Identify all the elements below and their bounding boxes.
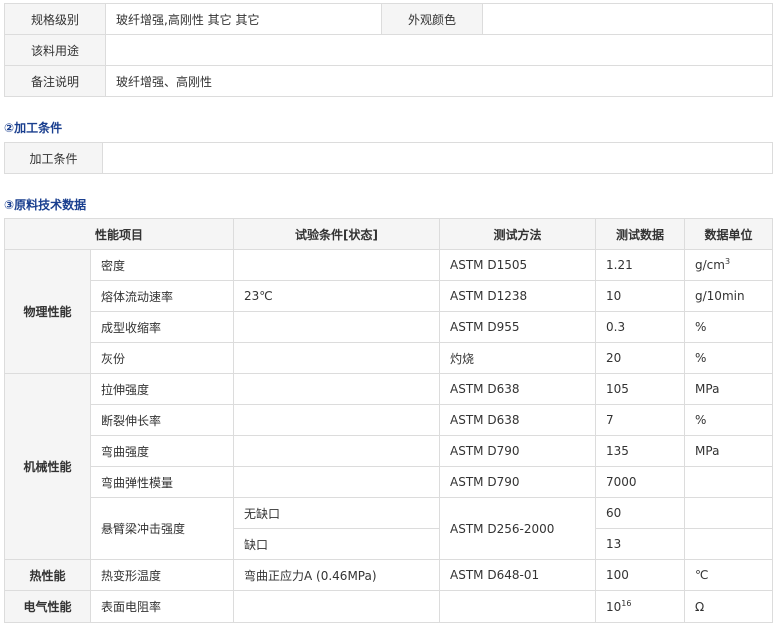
processing-label: 加工条件 <box>4 142 103 174</box>
property-cell: 悬臂梁冲击强度 <box>89 497 235 560</box>
color-label: 外观颜色 <box>381 3 483 35</box>
processing-heading: ②加工条件 <box>4 121 63 135</box>
spec-table: 规格级别 玻纤增强,高刚性 其它 其它 外观颜色 该料用途 备注说明 玻纤增强、… <box>4 3 773 97</box>
method-cell: ASTM D790 <box>439 466 597 498</box>
unit-cell: g/10min <box>684 280 773 312</box>
use-value <box>105 34 773 66</box>
condition-cell: 弯曲正应力A (0.46MPa) <box>233 559 441 591</box>
method-cell: ASTM D955 <box>439 311 597 343</box>
condition-cell <box>233 404 441 436</box>
header-unit: 数据单位 <box>684 218 773 250</box>
category-thermal: 热性能 <box>4 559 91 591</box>
tech-table: 性能项目 试验条件[状态] 测试方法 测试数据 数据单位 物理性能 密度 AST… <box>3 218 773 623</box>
header-method: 测试方法 <box>439 218 597 250</box>
property-cell: 表面电阻率 <box>89 590 235 623</box>
header-condition: 试验条件[状态] <box>233 218 441 250</box>
header-property: 性能项目 <box>3 218 235 250</box>
table-row: 热性能 热变形温度 弯曲正应力A (0.46MPa) ASTM D648-01 … <box>4 559 773 591</box>
property-cell: 熔体流动速率 <box>89 280 235 312</box>
condition-cell <box>233 249 441 281</box>
note-value: 玻纤增强、高刚性 <box>105 65 773 97</box>
condition-cell <box>233 342 441 374</box>
note-label: 备注说明 <box>4 65 106 97</box>
property-cell: 拉伸强度 <box>89 373 235 405</box>
category-mechanical: 机械性能 <box>4 373 91 560</box>
grade-label: 规格级别 <box>4 3 106 35</box>
condition-cell <box>233 590 441 623</box>
use-label: 该料用途 <box>4 34 106 66</box>
method-cell: ASTM D1238 <box>439 280 597 312</box>
value-cell: 1016 <box>595 590 686 623</box>
unit-cell: MPa <box>684 373 773 405</box>
value-cell: 7000 <box>595 466 686 498</box>
value-cell: 0.3 <box>595 311 686 343</box>
unit-cell <box>684 466 773 498</box>
property-cell: 弯曲弹性模量 <box>89 466 235 498</box>
condition-cell <box>233 373 441 405</box>
table-row: 电气性能 表面电阻率 1016 Ω <box>4 590 773 623</box>
table-row: 灰份 灼烧 20 % <box>5 342 773 374</box>
value-cell: 135 <box>595 435 686 467</box>
property-cell: 断裂伸长率 <box>89 404 235 436</box>
property-cell: 密度 <box>89 249 235 281</box>
condition-cell: 缺口 <box>233 528 441 560</box>
table-row: 弯曲强度 ASTM D790 135 MPa <box>5 435 773 467</box>
table-row: 机械性能 拉伸强度 ASTM D638 105 MPa <box>4 373 773 560</box>
method-cell: ASTM D1505 <box>439 249 597 281</box>
unit-cell: % <box>684 342 773 374</box>
condition-cell <box>233 466 441 498</box>
tech-heading: ③原料技术数据 <box>4 198 87 212</box>
value-cell: 7 <box>595 404 686 436</box>
value-cell: 100 <box>595 559 686 591</box>
value-superscript: 16 <box>621 598 632 608</box>
method-cell: ASTM D256-2000 <box>439 497 597 560</box>
value-cell: 20 <box>595 342 686 374</box>
unit-cell: ℃ <box>684 559 773 591</box>
unit-cell: g/cm3 <box>684 249 773 281</box>
table-row: 成型收缩率 ASTM D955 0.3 % <box>5 311 773 343</box>
unit-text: g/cm <box>695 258 725 272</box>
property-cell: 弯曲强度 <box>89 435 235 467</box>
color-value <box>482 3 773 35</box>
table-row: 悬臂梁冲击强度 无缺口 ASTM D256-2000 60 <box>5 497 773 560</box>
value-text: 10 <box>606 599 622 614</box>
processing-table: 加工条件 <box>4 142 773 174</box>
category-electrical: 电气性能 <box>4 590 91 623</box>
method-cell: ASTM D790 <box>439 435 597 467</box>
condition-cell: 23℃ <box>233 280 441 312</box>
processing-value <box>102 142 773 174</box>
unit-cell: MPa <box>684 435 773 467</box>
unit-cell: Ω <box>684 590 773 623</box>
unit-cell: % <box>684 404 773 436</box>
table-row: 弯曲弹性模量 ASTM D790 7000 <box>5 466 773 498</box>
method-cell: ASTM D638 <box>439 404 597 436</box>
value-cell: 60 <box>595 497 686 529</box>
grade-value: 玻纤增强,高刚性 其它 其它 <box>105 3 382 35</box>
header-value: 测试数据 <box>595 218 686 250</box>
value-cell: 1.21 <box>595 249 686 281</box>
property-cell: 成型收缩率 <box>89 311 235 343</box>
condition-cell <box>233 311 441 343</box>
property-cell: 灰份 <box>89 342 235 374</box>
category-physical: 物理性能 <box>4 249 91 374</box>
value-cell: 10 <box>595 280 686 312</box>
table-row: 断裂伸长率 ASTM D638 7 % <box>5 404 773 436</box>
unit-cell <box>684 497 773 529</box>
property-cell: 热变形温度 <box>89 559 235 591</box>
method-cell: 灼烧 <box>439 342 597 374</box>
unit-cell: % <box>684 311 773 343</box>
table-row: 物理性能 密度 ASTM D1505 1.21 g/cm3 <box>4 249 773 374</box>
unit-superscript: 3 <box>724 257 731 266</box>
method-cell: ASTM D648-01 <box>439 559 597 591</box>
method-cell <box>439 590 597 623</box>
value-cell: 13 <box>595 528 686 560</box>
unit-cell <box>684 528 773 560</box>
method-cell: ASTM D638 <box>439 373 597 405</box>
value-cell: 105 <box>595 373 686 405</box>
table-row: 熔体流动速率 23℃ ASTM D1238 10 g/10min <box>5 280 773 312</box>
condition-cell: 无缺口 <box>233 497 441 529</box>
condition-cell <box>233 435 441 467</box>
